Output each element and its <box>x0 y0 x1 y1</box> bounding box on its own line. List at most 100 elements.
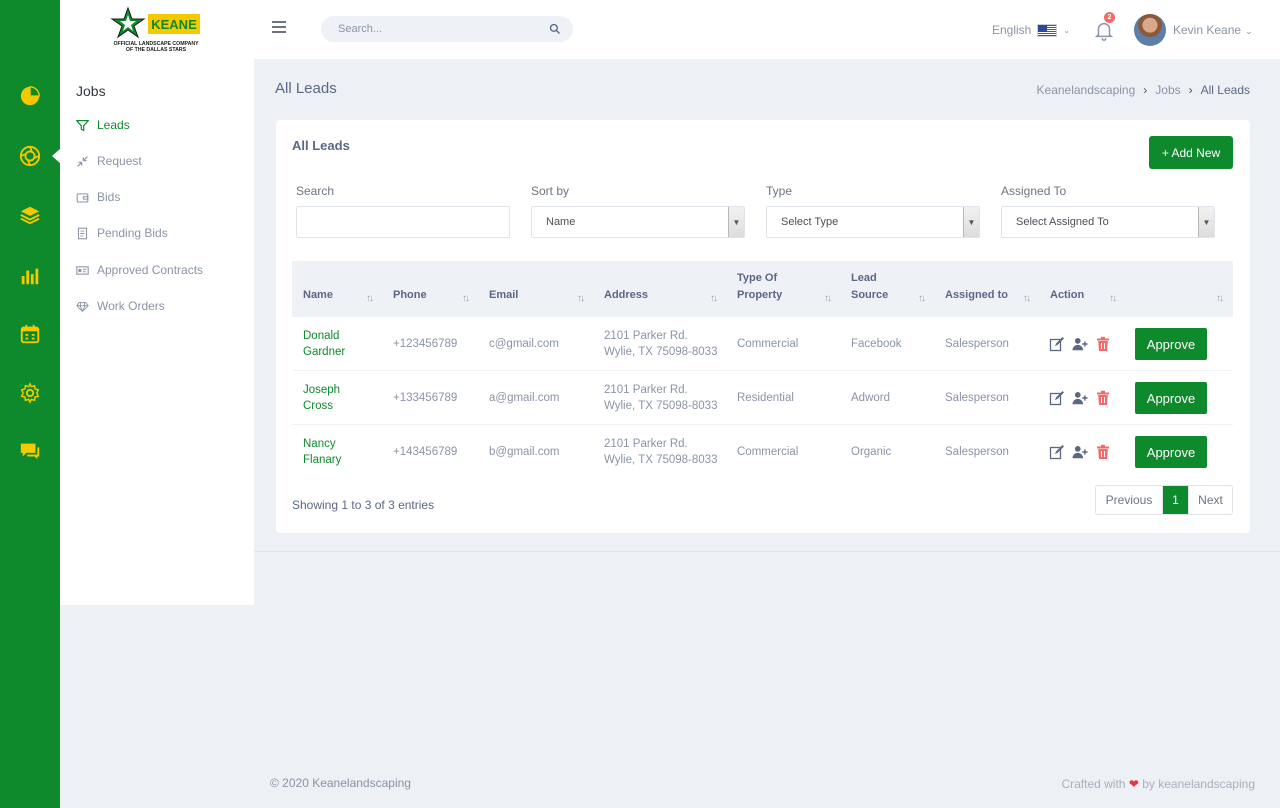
trash-icon[interactable] <box>1095 390 1111 406</box>
jobs-sidebar: KEANE OFFICIAL LANDSCAPE COMPANY OF THE … <box>60 0 254 605</box>
gear-icon[interactable] <box>16 379 44 407</box>
trash-icon[interactable] <box>1095 444 1111 460</box>
assign-user-icon[interactable] <box>1072 336 1088 352</box>
chevron-down-icon: ▼ <box>963 207 979 237</box>
lead-phone: +123456789 <box>393 338 458 350</box>
sort-icon[interactable]: ↑↓ <box>577 293 585 304</box>
subnav-item-approved-contracts[interactable]: Approved Contracts <box>76 263 203 277</box>
footer-copyright: © 2020 Keanelandscaping <box>270 776 411 790</box>
subnav-item-work-orders[interactable]: Work Orders <box>76 299 165 313</box>
menu-toggle-icon[interactable] <box>272 21 286 35</box>
column-header-assigned[interactable]: Assigned to <box>945 261 1025 317</box>
edit-icon[interactable] <box>1049 336 1065 352</box>
footer-credit: Crafted with ❤ by keanelandscaping <box>1061 777 1255 791</box>
sort-icon[interactable]: ↑↓ <box>1216 293 1224 304</box>
diamond-icon <box>76 300 89 313</box>
sort-icon[interactable]: ↑↓ <box>918 293 926 304</box>
subnav-item-label: Request <box>97 154 142 168</box>
sort-icon[interactable]: ↑↓ <box>462 293 470 304</box>
approve-button[interactable]: Approve <box>1135 328 1207 360</box>
row-actions <box>1049 425 1111 479</box>
brand-logo[interactable]: KEANE OFFICIAL LANDSCAPE COMPANY OF THE … <box>108 6 204 54</box>
assign-user-icon[interactable] <box>1072 444 1088 460</box>
chevron-down-icon: ⌄ <box>1063 25 1071 35</box>
pagination: Previous 1 Next <box>1095 485 1233 515</box>
trash-icon[interactable] <box>1095 336 1111 352</box>
page-1-button[interactable]: 1 <box>1163 486 1188 514</box>
notification-badge: 2 <box>1104 12 1115 23</box>
heart-icon: ❤ <box>1128 777 1139 791</box>
layers-icon[interactable] <box>16 201 44 229</box>
column-header-lead-source[interactable]: Lead Source <box>851 261 901 317</box>
edit-icon[interactable] <box>1049 444 1065 460</box>
search-field[interactable] <box>297 207 509 237</box>
card-title: All Leads <box>292 138 350 153</box>
pie-chart-icon[interactable] <box>16 82 44 110</box>
sort-select[interactable]: Name ▼ <box>531 206 745 238</box>
breadcrumb: Keanelandscaping › Jobs › All Leads <box>1037 83 1250 97</box>
lead-assigned: Salesperson <box>945 338 1009 350</box>
aperture-icon[interactable] <box>16 142 44 170</box>
assigned-select[interactable]: Select Assigned To ▼ <box>1001 206 1215 238</box>
sort-icon[interactable]: ↑↓ <box>1023 293 1031 304</box>
user-menu[interactable]: Kevin Keane ⌄ <box>1173 23 1253 37</box>
lead-source: Facebook <box>851 338 902 350</box>
subnav-item-label: Bids <box>97 190 121 204</box>
language-selector[interactable]: English ⌄ <box>992 23 1070 37</box>
id-card-icon <box>76 264 89 277</box>
user-name: Kevin Keane <box>1173 23 1242 37</box>
us-flag-icon <box>1037 23 1058 37</box>
chat-icon[interactable] <box>16 437 44 465</box>
sort-icon[interactable]: ↑↓ <box>824 293 832 304</box>
lead-email: a@gmail.com <box>489 392 560 404</box>
subnav-title: Jobs <box>76 83 106 99</box>
subnav-item-label: Work Orders <box>97 299 165 313</box>
subnav-item-request[interactable]: Request <box>76 154 142 168</box>
svg-text:OF THE DALLAS STARS: OF THE DALLAS STARS <box>126 47 187 53</box>
avatar[interactable] <box>1134 14 1166 46</box>
icon-rail <box>0 0 61 808</box>
filter-label: Type <box>766 184 793 198</box>
assign-user-icon[interactable] <box>1072 390 1088 406</box>
approve-button[interactable]: Approve <box>1135 382 1207 414</box>
breadcrumb-item[interactable]: Jobs <box>1155 83 1180 97</box>
column-header-type[interactable]: Type Of Property <box>737 261 795 317</box>
filter-label: Assigned To <box>1001 184 1067 198</box>
compress-icon <box>76 155 89 168</box>
sort-icon[interactable]: ↑↓ <box>366 293 374 304</box>
filter-label: Search <box>296 184 335 198</box>
sort-filter: Sort by Name ▼ <box>531 184 745 238</box>
subnav-item-label: Approved Contracts <box>97 263 204 277</box>
lead-email: c@gmail.com <box>489 338 559 350</box>
column-header-email[interactable]: Email <box>489 261 569 317</box>
search-input[interactable] <box>338 23 549 35</box>
edit-icon[interactable] <box>1049 390 1065 406</box>
column-header-address[interactable]: Address <box>604 261 714 317</box>
lead-property-type: Commercial <box>737 446 799 458</box>
subnav-item-leads[interactable]: Leads <box>76 118 130 132</box>
column-header-action[interactable]: Action <box>1050 261 1110 317</box>
column-header-name[interactable]: Name <box>303 261 373 317</box>
subnav-item-bids[interactable]: Bids <box>76 190 120 204</box>
breadcrumb-current: All Leads <box>1200 83 1250 97</box>
sort-icon[interactable]: ↑↓ <box>1109 293 1117 304</box>
sort-icon[interactable]: ↑↓ <box>710 293 718 304</box>
column-header-phone[interactable]: Phone <box>393 261 463 317</box>
search-icon[interactable] <box>549 23 561 35</box>
bar-chart-icon[interactable] <box>16 262 44 290</box>
lead-name[interactable]: Donald Gardner <box>303 317 373 371</box>
lead-name[interactable]: Nancy Flanary <box>303 425 373 479</box>
leads-card: All Leads + Add New Search Sort by Name ▼… <box>276 120 1250 533</box>
next-page-button[interactable]: Next <box>1188 486 1232 514</box>
subnav-item-pending-bids[interactable]: Pending Bids <box>76 226 168 240</box>
lead-source: Organic <box>851 446 892 458</box>
lead-name[interactable]: Joseph Cross <box>303 371 373 425</box>
type-select[interactable]: Select Type ▼ <box>766 206 980 238</box>
add-new-button[interactable]: + Add New <box>1149 136 1233 169</box>
page-title: All Leads <box>275 80 337 97</box>
previous-page-button[interactable]: Previous <box>1096 486 1163 514</box>
breadcrumb-item[interactable]: Keanelandscaping <box>1037 83 1136 97</box>
approve-button[interactable]: Approve <box>1135 436 1207 468</box>
lead-source: Adword <box>851 392 890 404</box>
calendar-icon[interactable] <box>16 320 44 348</box>
